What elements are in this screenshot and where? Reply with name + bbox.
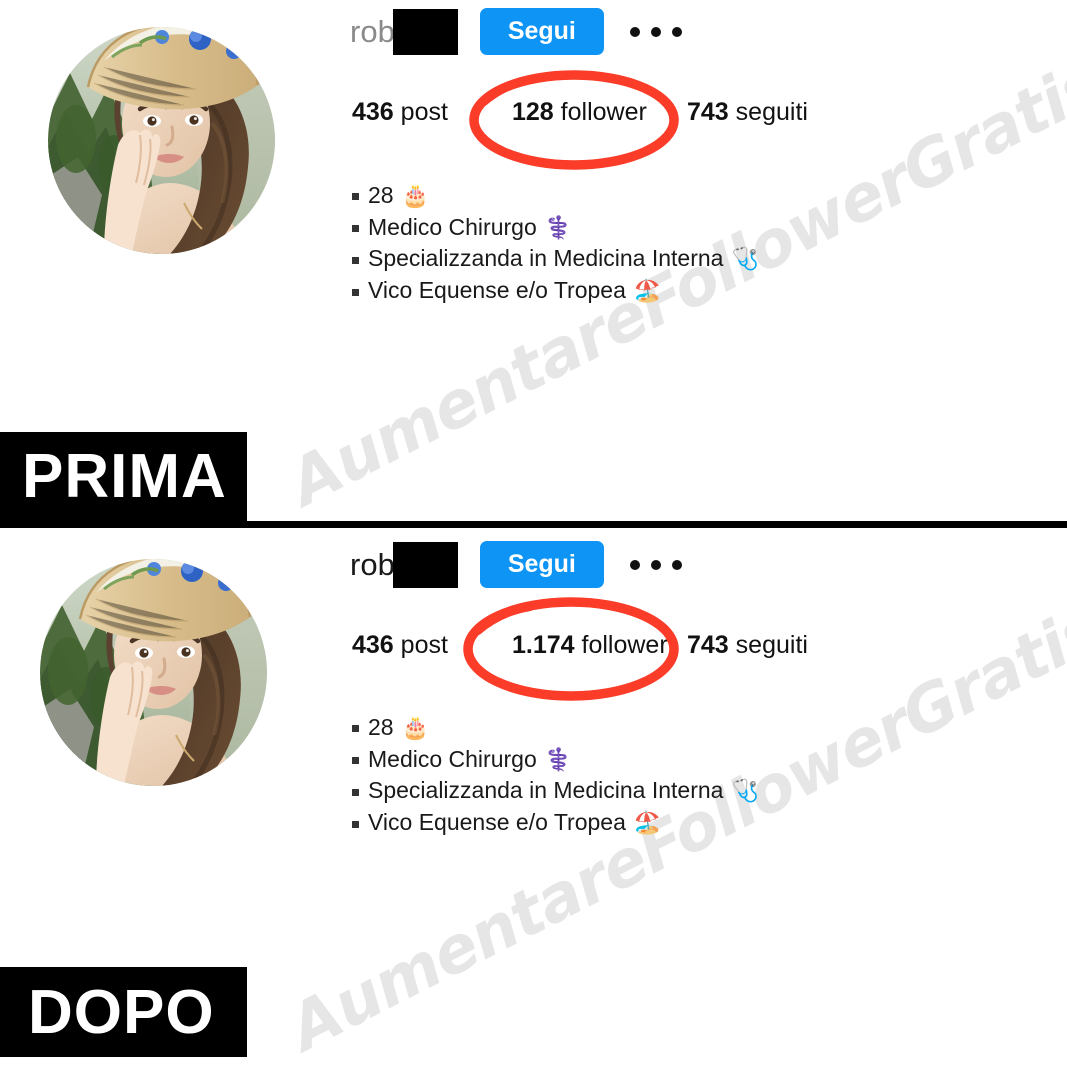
bio-line: Specializzanda in Medicina Interna 🩺	[352, 243, 759, 275]
bio-line: Medico Chirurgo ⚕️	[352, 212, 759, 244]
stethoscope-emoji: 🩺	[731, 246, 759, 272]
stat-posts[interactable]: 436 post	[352, 98, 512, 127]
stat-posts-value: 436	[352, 631, 394, 659]
bio-text: Specializzanda in Medicina Interna	[368, 245, 724, 272]
bio-line: 28 🎂	[352, 712, 759, 744]
stat-followers-value: 128	[512, 98, 554, 126]
stat-following-value: 743	[687, 631, 729, 659]
bullet-icon	[352, 788, 359, 796]
bio-text: Vico Equense e/o Tropea	[368, 809, 626, 836]
bio-line: 28 🎂	[352, 180, 759, 212]
beach-umbrella-emoji: 🏖️	[633, 810, 662, 836]
username-text[interactable]: rob	[350, 547, 395, 583]
profile-header: rob Segui	[350, 541, 682, 589]
stat-posts-value: 436	[352, 98, 394, 126]
bullet-icon	[352, 288, 359, 296]
bio-text: Specializzanda in Medicina Interna	[368, 777, 724, 804]
bio-text: Medico Chirurgo	[368, 213, 537, 240]
bio-line: Vico Equense e/o Tropea 🏖️	[352, 807, 759, 839]
username-text[interactable]: rob	[350, 14, 395, 50]
bio-line: Medico Chirurgo ⚕️	[352, 744, 759, 776]
stat-followers-label: follower	[560, 98, 647, 126]
stage-label-prima: PRIMA	[0, 432, 247, 521]
stethoscope-emoji: 🩺	[731, 778, 759, 804]
bio-line: Vico Equense e/o Tropea 🏖️	[352, 275, 759, 307]
stat-followers[interactable]: 1.174 follower	[512, 631, 687, 660]
stat-following-value: 743	[687, 98, 729, 126]
bullet-icon	[352, 225, 359, 233]
stat-following-label: seguiti	[735, 98, 808, 126]
follow-button[interactable]: Segui	[479, 8, 604, 56]
stat-following-label: seguiti	[735, 631, 808, 659]
stat-followers[interactable]: 128 follower	[512, 98, 687, 127]
username-redaction-box	[392, 8, 458, 55]
stat-followers-label: follower	[581, 631, 668, 659]
stage-label-dopo: DOPO	[0, 967, 247, 1057]
bullet-icon	[352, 757, 359, 765]
profile-stats: 436 post 128 follower 743 seguiti	[352, 98, 808, 127]
bio-text: 28	[368, 714, 394, 740]
bullet-icon	[352, 725, 359, 733]
profile-bio: 28 🎂 Medico Chirurgo ⚕️ Specializzanda in …	[352, 712, 759, 839]
bio-text: 28	[368, 182, 394, 208]
bullet-icon	[352, 193, 359, 201]
avatar-image	[40, 559, 267, 786]
bullet-icon	[352, 820, 359, 828]
stat-posts-label: post	[400, 631, 448, 659]
profile-bio: 28 🎂 Medico Chirurgo ⚕️ Specializzanda in …	[352, 180, 759, 307]
bio-text: Vico Equense e/o Tropea	[368, 277, 626, 304]
bio-text: Medico Chirurgo	[368, 745, 537, 772]
birthday-cake-emoji: 🎂	[401, 714, 429, 740]
bio-line: Specializzanda in Medicina Interna 🩺	[352, 775, 759, 807]
stat-posts-label: post	[400, 98, 448, 126]
profile-stats: 436 post 1.174 follower 743 seguiti	[352, 631, 808, 660]
birthday-cake-emoji: 🎂	[401, 182, 429, 208]
stat-following[interactable]: 743 seguiti	[687, 98, 808, 127]
profile-header: rob Segui	[350, 8, 682, 56]
username-redaction-box	[392, 541, 458, 588]
bullet-icon	[352, 256, 359, 264]
stat-following[interactable]: 743 seguiti	[687, 631, 808, 660]
medical-symbol-emoji: ⚕️	[544, 746, 573, 772]
avatar-image	[48, 27, 275, 254]
stat-posts[interactable]: 436 post	[352, 631, 512, 660]
medical-symbol-emoji: ⚕️	[544, 214, 573, 240]
stat-followers-value: 1.174	[512, 631, 575, 659]
follow-button[interactable]: Segui	[479, 541, 604, 589]
avatar[interactable]	[48, 27, 275, 254]
ellipsis-icon[interactable]	[629, 26, 682, 37]
beach-umbrella-emoji: 🏖️	[633, 278, 662, 304]
avatar[interactable]	[40, 559, 267, 786]
ellipsis-icon[interactable]	[629, 559, 682, 570]
